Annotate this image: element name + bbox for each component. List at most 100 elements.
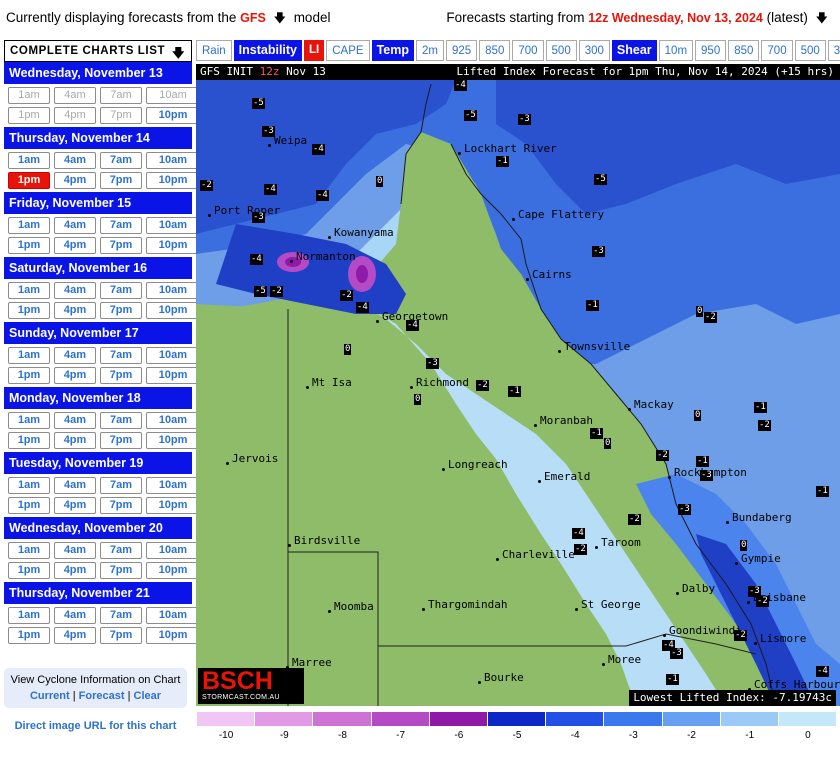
arrow-down-icon[interactable]: 🡇 <box>274 9 286 30</box>
time-slot-button[interactable]: 4am <box>54 347 96 364</box>
tab-cape[interactable]: CAPE <box>326 40 370 61</box>
time-slot-button[interactable]: 7am <box>100 607 142 624</box>
time-slot-button[interactable]: 7am <box>100 217 142 234</box>
time-slot-button[interactable]: 4pm <box>54 627 96 644</box>
time-slot-button[interactable]: 10pm <box>146 562 200 579</box>
time-slot-button[interactable]: 1am <box>8 87 50 104</box>
time-slot-button[interactable]: 7am <box>100 412 142 429</box>
tab-shear[interactable]: Shear <box>611 40 657 61</box>
tab-10m[interactable]: 10m <box>658 40 694 61</box>
time-slot-button[interactable]: 1pm <box>8 432 50 449</box>
tab-700[interactable]: 700 <box>512 40 544 61</box>
time-slot-button[interactable]: 7pm <box>100 497 142 514</box>
time-slot-button[interactable]: 10am <box>146 412 200 429</box>
time-slot-button[interactable]: 10pm <box>146 497 200 514</box>
time-slot-button[interactable]: 7pm <box>100 367 142 384</box>
run-name[interactable]: 12z Wednesday, Nov 13, 2024 <box>588 11 763 25</box>
tab-rain[interactable]: Rain <box>196 40 232 61</box>
tab-300[interactable]: 300 <box>578 40 610 61</box>
time-slot-button[interactable]: 1am <box>8 152 50 169</box>
time-slot-button[interactable]: 7am <box>100 152 142 169</box>
tab-950[interactable]: 950 <box>695 40 727 61</box>
time-slot-button[interactable]: 1pm <box>8 367 50 384</box>
time-slot-button[interactable]: 1am <box>8 477 50 494</box>
time-slot-button[interactable]: 4pm <box>54 302 96 319</box>
time-slot-button[interactable]: 4pm <box>54 172 96 189</box>
time-slot-button[interactable]: 1pm <box>8 302 50 319</box>
time-slot-button[interactable]: 7am <box>100 542 142 559</box>
tab-2m[interactable]: 2m <box>415 40 444 61</box>
time-slot-button[interactable]: 7pm <box>100 172 142 189</box>
time-slot-button[interactable]: 7am <box>100 282 142 299</box>
time-slot-button[interactable]: 1am <box>8 217 50 234</box>
time-slot-button[interactable]: 10am <box>146 152 200 169</box>
time-slot-button[interactable]: 10pm <box>146 107 200 124</box>
time-slot-button[interactable]: 1pm <box>8 172 50 189</box>
time-slot-button[interactable]: 7am <box>100 87 142 104</box>
time-slot-button[interactable]: 4am <box>54 477 96 494</box>
time-slot-button[interactable]: 10am <box>146 607 200 624</box>
time-slot-button[interactable]: 4pm <box>54 107 96 124</box>
time-slot-button[interactable]: 10am <box>146 347 200 364</box>
time-slot-button[interactable]: 4am <box>54 607 96 624</box>
time-slot-button[interactable]: 10am <box>146 542 200 559</box>
tab-300[interactable]: 300 <box>827 40 840 61</box>
complete-charts-list-button[interactable]: COMPLETE CHARTS LIST 🡇 <box>4 40 192 62</box>
tab-925[interactable]: 925 <box>445 40 478 61</box>
direct-image-url-link[interactable]: Direct image URL for this chart <box>4 720 187 732</box>
time-slot-button[interactable]: 4am <box>54 87 96 104</box>
tab-instability[interactable]: Instability <box>233 40 302 61</box>
time-slot-button[interactable]: 7pm <box>100 237 142 254</box>
tab-500[interactable]: 500 <box>794 40 826 61</box>
cyclone-clear-link[interactable]: Clear <box>134 690 162 702</box>
cyclone-forecast-link[interactable]: Forecast <box>79 690 125 702</box>
time-slot-button[interactable]: 4pm <box>54 497 96 514</box>
time-slot-button[interactable]: 1pm <box>8 107 50 124</box>
time-slot-button[interactable]: 7am <box>100 347 142 364</box>
model-name[interactable]: GFS <box>240 11 266 25</box>
time-slot-button[interactable]: 1pm <box>8 627 50 644</box>
arrow-down-icon[interactable]: 🡇 <box>816 9 828 30</box>
time-slot-button[interactable]: 1am <box>8 607 50 624</box>
time-slot-button[interactable]: 7pm <box>100 107 142 124</box>
time-slot-button[interactable]: 4am <box>54 282 96 299</box>
time-slot-button[interactable]: 7pm <box>100 432 142 449</box>
time-slot-button[interactable]: 1am <box>8 542 50 559</box>
time-slot-button[interactable]: 4pm <box>54 237 96 254</box>
time-slot-button[interactable]: 10am <box>146 282 200 299</box>
time-slot-button[interactable]: 10pm <box>146 367 200 384</box>
time-slot-button[interactable]: 1pm <box>8 497 50 514</box>
place-marker <box>208 214 211 217</box>
time-slot-button[interactable]: 10pm <box>146 302 200 319</box>
time-slot-button[interactable]: 7pm <box>100 302 142 319</box>
time-slot-button[interactable]: 4pm <box>54 367 96 384</box>
time-slot-button[interactable]: 1pm <box>8 237 50 254</box>
tab-700[interactable]: 700 <box>761 40 793 61</box>
time-slot-button[interactable]: 10pm <box>146 237 200 254</box>
time-slot-button[interactable]: 7am <box>100 477 142 494</box>
time-slot-button[interactable]: 4pm <box>54 432 96 449</box>
time-slot-button[interactable]: 1am <box>8 347 50 364</box>
time-slot-button[interactable]: 7pm <box>100 627 142 644</box>
cyclone-current-link[interactable]: Current <box>30 690 70 702</box>
time-slot-button[interactable]: 10pm <box>146 172 200 189</box>
tab-500[interactable]: 500 <box>545 40 577 61</box>
time-slot-button[interactable]: 10am <box>146 87 200 104</box>
tab-850[interactable]: 850 <box>728 40 760 61</box>
tab-850[interactable]: 850 <box>479 40 511 61</box>
time-slot-button[interactable]: 1am <box>8 412 50 429</box>
tab-temp[interactable]: Temp <box>371 40 414 61</box>
time-slot-button[interactable]: 4am <box>54 217 96 234</box>
time-slot-button[interactable]: 10am <box>146 217 200 234</box>
time-slot-button[interactable]: 10pm <box>146 432 200 449</box>
time-slot-button[interactable]: 10am <box>146 477 200 494</box>
time-slot-button[interactable]: 4am <box>54 542 96 559</box>
time-slot-button[interactable]: 1pm <box>8 562 50 579</box>
time-slot-button[interactable]: 4am <box>54 412 96 429</box>
tab-li[interactable]: LI <box>304 40 325 61</box>
time-slot-button[interactable]: 7pm <box>100 562 142 579</box>
time-slot-button[interactable]: 4pm <box>54 562 96 579</box>
time-slot-button[interactable]: 4am <box>54 152 96 169</box>
time-slot-button[interactable]: 1am <box>8 282 50 299</box>
time-slot-button[interactable]: 10pm <box>146 627 200 644</box>
